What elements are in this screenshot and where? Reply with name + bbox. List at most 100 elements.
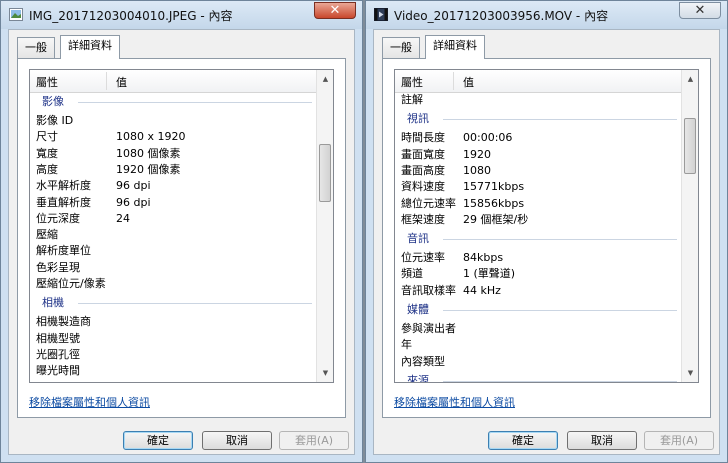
- property-row[interactable]: 資料速度 15771kbps: [395, 179, 681, 195]
- property-row[interactable]: 相機型號: [30, 331, 316, 347]
- close-icon: ✕: [329, 3, 341, 18]
- tab-details[interactable]: 詳細資料: [425, 35, 485, 59]
- property-name: 註解: [401, 93, 423, 106]
- property-name: 垂直解析度: [36, 195, 91, 209]
- property-row[interactable]: 光圈孔徑: [30, 347, 316, 363]
- property-row[interactable]: 註解: [395, 92, 681, 108]
- property-row[interactable]: 年: [395, 337, 681, 353]
- tab-general[interactable]: 一般: [17, 37, 55, 58]
- column-property[interactable]: 屬性: [36, 74, 58, 90]
- property-name: 相機製造商: [36, 315, 91, 329]
- property-row[interactable]: 內容類型: [395, 354, 681, 370]
- property-row[interactable]: 曝光時間: [30, 363, 316, 379]
- property-name: 時間長度: [401, 131, 445, 145]
- property-row[interactable]: 高度 1920 個像素: [30, 162, 316, 178]
- close-icon: ✕: [694, 3, 706, 18]
- group-label: 音訊: [407, 232, 429, 246]
- property-row[interactable]: 音訊取樣率 44 kHz: [395, 283, 681, 299]
- close-button[interactable]: ✕: [679, 2, 721, 19]
- scroll-down-arrow-icon[interactable]: ▼: [318, 365, 333, 381]
- property-row[interactable]: 水平解析度 96 dpi: [30, 178, 316, 194]
- property-row[interactable]: 相機製造商: [30, 314, 316, 330]
- group-divider: [443, 380, 677, 382]
- scroll-thumb[interactable]: [319, 144, 331, 202]
- video-properties-window: Video_20171203003956.MOV - 內容 ✕ 一般 詳細資料 …: [365, 0, 728, 463]
- scroll-down-arrow-icon[interactable]: ▼: [683, 365, 698, 381]
- group-label: 媒體: [407, 303, 429, 316]
- group-divider: [443, 119, 677, 121]
- title-bar[interactable]: Video_20171203003956.MOV - 內容 ✕: [366, 1, 727, 29]
- group-header[interactable]: 音訊: [395, 231, 681, 247]
- property-row[interactable]: 頻道 1 (單聲道): [395, 266, 681, 282]
- property-list[interactable]: 屬性 值 註解視訊時間長度 00:00:06 畫面寬度 1920 畫面高度 1080 資料速…: [394, 69, 699, 383]
- title-bar[interactable]: IMG_20171203004010.JPEG - 內容 ✕: [1, 1, 362, 29]
- ok-button[interactable]: 確定: [123, 431, 193, 450]
- property-name: 總位元速率: [401, 196, 456, 210]
- property-row[interactable]: 影像 ID: [30, 113, 316, 129]
- property-name: 高度: [36, 162, 58, 176]
- property-name: 曝光時間: [36, 364, 80, 378]
- property-row[interactable]: 解析度單位: [30, 243, 316, 259]
- column-divider[interactable]: [106, 72, 107, 90]
- cancel-button[interactable]: 取消: [202, 431, 272, 450]
- property-row[interactable]: 位元速率 84kbps: [395, 250, 681, 266]
- column-header: 屬性 值: [30, 70, 316, 93]
- property-name: 位元速率: [401, 251, 445, 265]
- property-row[interactable]: 位元深度 24: [30, 211, 316, 227]
- property-name: 色彩呈現: [36, 260, 80, 274]
- group-header[interactable]: 視訊: [395, 111, 681, 127]
- remove-properties-link[interactable]: 移除檔案屬性和個人資訊: [29, 394, 150, 410]
- property-name: 年: [401, 338, 412, 352]
- scroll-up-arrow-icon[interactable]: ▲: [318, 71, 333, 87]
- vertical-scrollbar[interactable]: ▲ ▼: [316, 70, 333, 382]
- group-header[interactable]: 相機: [30, 295, 316, 311]
- tab-details[interactable]: 詳細資料: [60, 35, 120, 59]
- property-name: 頻道: [401, 267, 423, 281]
- column-value[interactable]: 值: [463, 74, 474, 90]
- property-name: 光圈孔徑: [36, 347, 80, 361]
- scroll-thumb[interactable]: [684, 118, 696, 174]
- property-row[interactable]: 時間長度 00:00:06: [395, 130, 681, 146]
- property-row[interactable]: 畫面高度 1080: [395, 163, 681, 179]
- column-value[interactable]: 值: [116, 74, 127, 90]
- property-row[interactable]: 寬度 1080 個像素: [30, 146, 316, 162]
- column-property[interactable]: 屬性: [401, 74, 423, 90]
- property-value: 96 dpi: [116, 195, 151, 209]
- group-header[interactable]: 影像: [30, 94, 316, 110]
- property-name: 相機型號: [36, 331, 80, 345]
- property-row[interactable]: 總位元速率 15856kbps: [395, 196, 681, 212]
- property-row[interactable]: 壓縮: [30, 227, 316, 243]
- property-name: 畫面寬度: [401, 147, 445, 161]
- remove-properties-link[interactable]: 移除檔案屬性和個人資訊: [394, 394, 515, 410]
- scroll-up-arrow-icon[interactable]: ▲: [683, 71, 698, 87]
- property-name: 內容類型: [401, 354, 445, 368]
- property-name: 參與演出者: [401, 322, 456, 335]
- apply-button[interactable]: 套用(A): [644, 431, 714, 450]
- group-header[interactable]: 來源: [395, 373, 681, 382]
- column-header: 屬性 值: [395, 70, 681, 93]
- vertical-scrollbar[interactable]: ▲ ▼: [681, 70, 698, 382]
- property-value: 44 kHz: [463, 283, 501, 297]
- cancel-button[interactable]: 取消: [567, 431, 637, 450]
- rows-container: 註解視訊時間長度 00:00:06 畫面寬度 1920 畫面高度 1080 資料速度 1577…: [395, 92, 681, 382]
- ok-button[interactable]: 確定: [488, 431, 558, 450]
- property-value: 1080 個像素: [116, 146, 181, 160]
- property-row[interactable]: 垂直解析度 96 dpi: [30, 195, 316, 211]
- group-header[interactable]: 媒體: [395, 302, 681, 318]
- column-divider[interactable]: [453, 72, 454, 90]
- property-list[interactable]: 屬性 值 影像影像 ID 尺寸 1080 x 1920 寬度 1080 個像素 高度 192…: [29, 69, 334, 383]
- tab-general[interactable]: 一般: [382, 37, 420, 58]
- property-name: 位元深度: [36, 211, 80, 225]
- apply-button[interactable]: 套用(A): [279, 431, 349, 450]
- property-value: 15856kbps: [463, 196, 525, 210]
- property-row[interactable]: 參與演出者: [395, 321, 681, 337]
- property-row[interactable]: 框架速度 29 個框架/秒: [395, 212, 681, 228]
- property-row[interactable]: 壓縮位元/像素: [30, 276, 316, 292]
- group-label: 視訊: [407, 112, 429, 126]
- property-row[interactable]: 畫面寬度 1920: [395, 147, 681, 163]
- details-panel: 屬性 值 註解視訊時間長度 00:00:06 畫面寬度 1920 畫面高度 1080 資料速…: [382, 58, 711, 418]
- property-row[interactable]: 色彩呈現: [30, 260, 316, 276]
- close-button[interactable]: ✕: [314, 2, 356, 19]
- property-value: 24: [116, 211, 130, 225]
- property-row[interactable]: 尺寸 1080 x 1920: [30, 129, 316, 145]
